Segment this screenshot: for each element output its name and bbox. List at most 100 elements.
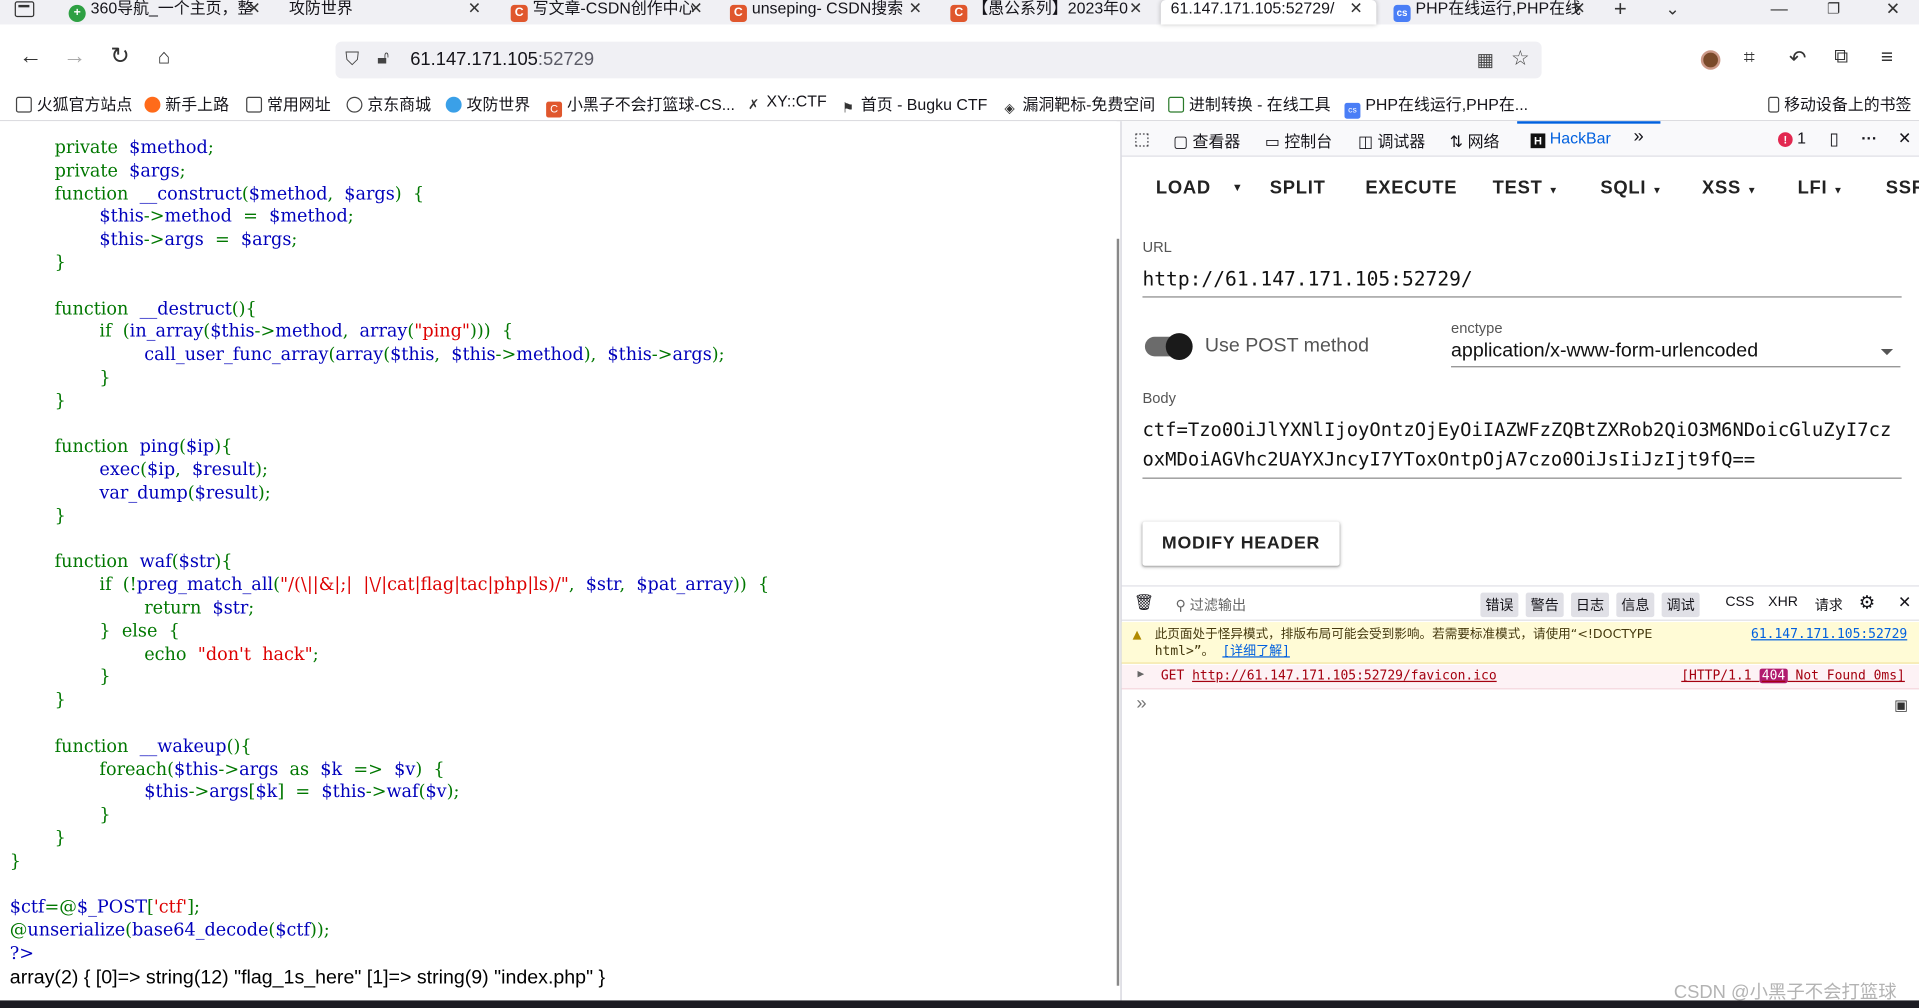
tab-php-online[interactable]: cs PHP在线运行,PHP在线 ✕ [1393, 0, 1589, 24]
execute-button[interactable]: EXECUTE [1365, 178, 1457, 199]
undo-icon[interactable]: ↶ [1789, 47, 1806, 71]
load-button[interactable]: LOAD [1156, 178, 1211, 199]
splitter-scrollbar[interactable] [1116, 238, 1120, 986]
filter-info[interactable]: 信息 [1616, 592, 1655, 618]
filter-requests[interactable]: 请求 [1815, 595, 1843, 615]
more-tabs-icon[interactable]: » [1633, 126, 1643, 147]
enctype-select[interactable]: application/x-www-form-urlencoded [1451, 340, 1901, 368]
bookmark-item[interactable]: 常用网址 [246, 92, 331, 115]
code-token: call_user_func_array [144, 345, 329, 366]
home-icon[interactable]: ⌂ [148, 42, 180, 74]
bookmark-item[interactable]: cs PHP在线运行,PHP在... [1344, 92, 1528, 119]
shield-icon[interactable]: ⛉ [345, 49, 359, 70]
close-icon[interactable]: ✕ [247, 0, 260, 17]
reload-icon[interactable]: ↻ [104, 42, 136, 74]
code-token: return [144, 598, 213, 619]
close-icon[interactable]: ✕ [1129, 0, 1142, 17]
test-menu[interactable]: TEST ▼ [1493, 178, 1559, 199]
close-icon[interactable]: ✕ [468, 0, 481, 17]
code-token: -> [143, 207, 165, 228]
url-text[interactable]: 61.147.171.105:52729 [410, 49, 594, 70]
filter-css[interactable]: CSS [1725, 595, 1754, 610]
load-dropdown-icon[interactable]: ▼ [1232, 181, 1244, 193]
tab-active-target[interactable]: 61.147.171.105:52729/ ✕ [1160, 0, 1377, 25]
close-console-icon[interactable]: ✕ [1898, 593, 1911, 613]
avatar[interactable] [1700, 50, 1721, 70]
bookmark-label: 漏洞靶标-免费空间 [1022, 95, 1156, 114]
dock-icon[interactable]: ▯ [1829, 129, 1838, 150]
body-input[interactable]: ctf=Tzo0OiJlYXNlIjoyOntzOjEyOiIAZWFzZQBt… [1142, 415, 1902, 479]
tab-list-icon[interactable] [14, 1, 35, 18]
tab-yugong[interactable]: C 【愚公系列】2023年0 ✕ [950, 0, 1146, 24]
close-icon[interactable]: ✕ [689, 0, 702, 17]
tab-csdn-write[interactable]: C 写文章-CSDN创作中心 ✕ [510, 0, 707, 24]
request-url[interactable]: http://61.147.171.105:52729/favicon.ico [1192, 669, 1497, 684]
bookmark-item[interactable]: C 小黑子不会打篮球-CS... [546, 92, 735, 118]
bookmark-item[interactable]: 进制转换 - 在线工具 [1168, 92, 1330, 115]
error-count-badge[interactable]: ! 1 [1777, 129, 1806, 147]
tab-inspector[interactable]: ▢ 查看器 [1173, 129, 1240, 152]
filter-logs[interactable]: 日志 [1571, 592, 1609, 618]
restore-icon[interactable]: ❐ [1827, 0, 1840, 17]
bookmark-star-icon[interactable]: ☆ [1511, 47, 1530, 71]
learn-more-link[interactable]: [详细了解] [1222, 644, 1290, 659]
bookmark-item[interactable]: 攻防世界 [445, 92, 530, 115]
php-source-code: private $method; private $args; function… [10, 137, 769, 966]
close-icon[interactable]: ✕ [909, 0, 922, 17]
qr-code-icon[interactable]: ▦ [1477, 49, 1494, 71]
back-icon[interactable]: ← [15, 42, 47, 74]
tab-debugger[interactable]: ◫ 调试器 [1358, 129, 1425, 152]
console-prompt-icon[interactable]: » [1136, 693, 1146, 714]
lfi-menu[interactable]: LFI ▼ [1798, 178, 1844, 199]
code-token: ){ [214, 552, 233, 573]
ssrf-menu[interactable]: SSR [1886, 178, 1919, 199]
trash-icon[interactable]: 🗑︎ [1134, 593, 1154, 613]
bookmark-item[interactable]: ◈ 漏洞靶标-免费空间 [1002, 92, 1155, 118]
insecure-lock-icon[interactable]: 🔓︎ [377, 48, 389, 69]
bookmark-item[interactable]: 新手上路 [144, 92, 229, 115]
gear-icon[interactable]: ⚙ [1859, 591, 1875, 614]
address-bar[interactable]: ⛉ 🔓︎ 61.147.171.105:52729 ▦ ☆ [335, 41, 1542, 79]
filter-debug[interactable]: 调试 [1661, 592, 1700, 618]
network-error-row[interactable]: ▶ GET http://61.147.171.105:52729/favico… [1121, 664, 1919, 690]
bookmark-item[interactable]: 火狐官方站点 [15, 92, 132, 115]
more-options-icon[interactable]: ··· [1861, 129, 1877, 147]
filter-errors[interactable]: 错误 [1480, 592, 1519, 618]
expand-arrow-icon[interactable]: ▶ [1138, 669, 1145, 681]
forward-icon[interactable]: → [59, 42, 91, 74]
code-token: ( [187, 483, 195, 504]
post-method-toggle[interactable] [1144, 333, 1193, 361]
chevron-down-icon[interactable]: ⌄ [1665, 0, 1679, 17]
tab-adworld[interactable]: 攻防世界 ✕ [289, 0, 485, 24]
extensions-icon[interactable]: ⧉ [1834, 47, 1848, 69]
xss-menu[interactable]: XSS ▼ [1702, 178, 1757, 199]
filter-input[interactable]: ⚲ 过滤输出 [1176, 595, 1247, 615]
minimize-icon[interactable]: — [1771, 0, 1788, 17]
split-console-icon[interactable]: ▣ [1894, 697, 1908, 714]
sqli-menu[interactable]: SQLI ▼ [1600, 178, 1662, 199]
close-icon[interactable]: ✕ [1349, 0, 1362, 17]
bookmark-item[interactable]: 京东商城 [346, 92, 431, 115]
url-host: 61.147.171.105 [410, 48, 538, 70]
element-picker-icon[interactable]: ⬚ [1134, 129, 1150, 150]
warning-source-link[interactable]: 61.147.171.105:52729 [1751, 626, 1907, 643]
new-tab-icon[interactable]: + [1614, 0, 1627, 20]
modify-header-button[interactable]: MODIFY HEADER [1142, 521, 1340, 566]
bookmark-item[interactable]: ✗ XY::CTF [746, 92, 827, 114]
url-input[interactable]: http://61.147.171.105:52729/ [1142, 263, 1902, 298]
bookmark-item[interactable]: 移动设备上的书签 [1768, 92, 1911, 115]
menu-icon[interactable]: ≡ [1881, 45, 1893, 69]
close-icon[interactable]: ✕ [1572, 0, 1585, 17]
tab-csdn-search[interactable]: Cunseping- CSDN搜索 ✕ [729, 0, 926, 24]
tab-network[interactable]: ⇅ 网络 [1450, 129, 1500, 152]
tab-console[interactable]: ▭ 控制台 [1265, 129, 1332, 152]
window-close-icon[interactable]: ✕ [1886, 0, 1900, 17]
close-devtools-icon[interactable]: ✕ [1898, 129, 1911, 149]
filter-warnings[interactable]: 警告 [1525, 592, 1564, 618]
crop-icon[interactable]: ⌗ [1744, 48, 1755, 70]
bookmark-item[interactable]: ⚑ 首页 - Bugku CTF [840, 92, 987, 118]
split-button[interactable]: SPLIT [1270, 178, 1326, 199]
tab-hackbar[interactable]: H HackBar [1530, 129, 1611, 149]
filter-xhr[interactable]: XHR [1768, 595, 1798, 610]
tab-360[interactable]: +360导航_一个主页，整 ✕ [68, 0, 265, 24]
